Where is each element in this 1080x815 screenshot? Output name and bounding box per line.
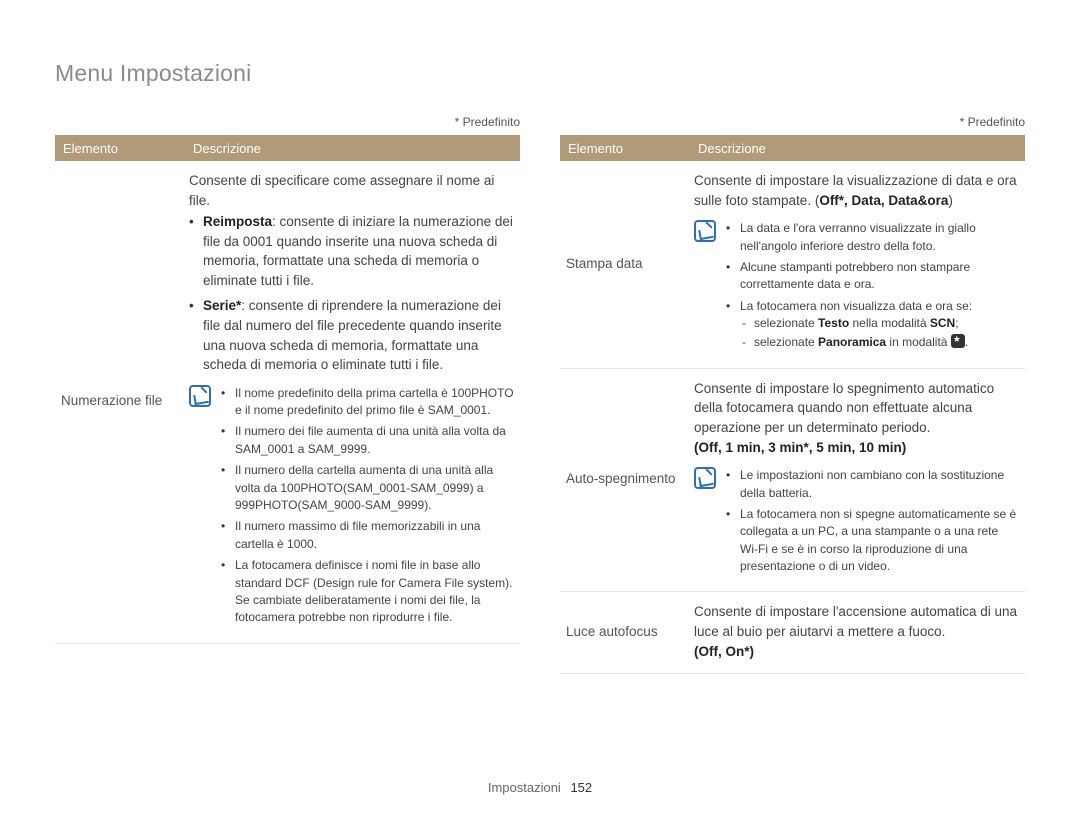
list-item: Il numero della cartella aumenta di una …	[235, 462, 514, 514]
predefinito-label-left: * Predefinito	[55, 115, 520, 129]
dash-list: selezionate Testo nella modalità SCN; se…	[740, 315, 1019, 352]
option-name: Reimposta	[203, 214, 272, 229]
footer-section: Impostazioni	[488, 780, 561, 795]
note-icon	[694, 220, 716, 242]
options-text: Off*, Data, Data&ora	[819, 193, 948, 208]
list-item: selezionate Testo nella modalità SCN;	[754, 315, 1019, 332]
options-text: (Off, 1 min, 3 min*, 5 min, 10 min)	[694, 438, 1019, 458]
table-row: Auto-spegnimento Consente di impostare l…	[560, 369, 1025, 593]
th-description: Descrizione	[187, 141, 520, 156]
note-content: La data e l'ora verranno visualizzate in…	[726, 218, 1019, 356]
page-title: Menu Impostazioni	[55, 60, 1025, 87]
note-icon	[189, 385, 211, 407]
options-text: (Off, On*)	[694, 642, 1019, 662]
note-box: La data e l'ora verranno visualizzate in…	[694, 218, 1019, 356]
list-item: Il numero dei file aumenta di una unità …	[235, 423, 514, 458]
t: selezionate	[754, 335, 818, 349]
predefinito-label-right: * Predefinito	[560, 115, 1025, 129]
mode-scn: SCN	[930, 316, 955, 330]
list-item: Reimposta: consente di iniziare la numer…	[203, 212, 514, 290]
option-list: Reimposta: consente di iniziare la numer…	[189, 212, 514, 375]
option-name: Serie*	[203, 298, 241, 313]
row-element-label: Luce autofocus	[566, 602, 694, 661]
row-description: Consente di specificare come assegnare i…	[189, 171, 514, 631]
list-item: Alcune stampanti potrebbero non stampare…	[740, 259, 1019, 294]
note-content: Il nome predefinito della prima cartella…	[221, 383, 514, 631]
note-box: Il nome predefinito della prima cartella…	[189, 383, 514, 631]
th-element: Elemento	[560, 141, 692, 156]
row-element-label: Stampa data	[566, 171, 694, 356]
list-item: La fotocamera definisce i nomi file in b…	[235, 557, 514, 627]
row-description: Consente di impostare l'accensione autom…	[694, 602, 1019, 661]
mode-text: Testo	[818, 316, 849, 330]
table-row: Stampa data Consente di impostare la vis…	[560, 161, 1025, 369]
list-item: Le impostazioni non cambiano con la sost…	[740, 467, 1019, 502]
table-header-right: Elemento Descrizione	[560, 135, 1025, 161]
note-list: Le impostazioni non cambiano con la sost…	[726, 467, 1019, 575]
t: nella modalità	[849, 316, 930, 330]
two-column-layout: * Predefinito Elemento Descrizione Numer…	[55, 115, 1025, 674]
intro-text: Consente di impostare lo spegnimento aut…	[694, 379, 1019, 438]
note-list: Il nome predefinito della prima cartella…	[221, 385, 514, 627]
option-text: : consente di riprendere la numerazione …	[203, 298, 502, 372]
note-subtext: La fotocamera non visualizza data e ora …	[740, 299, 972, 313]
list-item: La data e l'ora verranno visualizzate in…	[740, 220, 1019, 255]
intro-text: Consente di specificare come assegnare i…	[189, 171, 514, 210]
mode-star-icon	[951, 334, 965, 348]
note-content: Le impostazioni non cambiano con la sost…	[726, 465, 1019, 579]
table-row: Luce autofocus Consente di impostare l'a…	[560, 592, 1025, 674]
list-item: Il nome predefinito della prima cartella…	[235, 385, 514, 420]
note-icon	[694, 467, 716, 489]
table-header-left: Elemento Descrizione	[55, 135, 520, 161]
row-element-label: Numerazione file	[61, 171, 189, 631]
t: ;	[955, 316, 958, 330]
row-element-label: Auto-spegnimento	[566, 379, 694, 580]
left-column: * Predefinito Elemento Descrizione Numer…	[55, 115, 520, 674]
row-description: Consente di impostare la visualizzazione…	[694, 171, 1019, 356]
page-number: 152	[570, 780, 592, 795]
list-item: selezionate Panoramica in modalità .	[754, 334, 1019, 351]
manual-page: Menu Impostazioni * Predefinito Elemento…	[0, 0, 1080, 815]
page-footer: Impostazioni 152	[0, 780, 1080, 795]
list-item: Serie*: consente di riprendere la numera…	[203, 296, 514, 374]
note-box: Le impostazioni non cambiano con la sost…	[694, 465, 1019, 579]
intro-text: Consente di impostare l'accensione autom…	[694, 604, 1017, 639]
closing-paren: )	[948, 193, 953, 208]
t: in modalità	[886, 335, 951, 349]
table-row: Numerazione file Consente di specificare…	[55, 161, 520, 644]
list-item: La fotocamera non si spegne automaticame…	[740, 506, 1019, 576]
list-item: La fotocamera non visualizza data e ora …	[740, 298, 1019, 352]
t: .	[965, 335, 968, 349]
t: selezionate	[754, 316, 818, 330]
mode-panoramica: Panoramica	[818, 335, 886, 349]
right-column: * Predefinito Elemento Descrizione Stamp…	[560, 115, 1025, 674]
row-description: Consente di impostare lo spegnimento aut…	[694, 379, 1019, 580]
note-list: La data e l'ora verranno visualizzate in…	[726, 220, 1019, 352]
list-item: Il numero massimo di file memorizzabili …	[235, 518, 514, 553]
th-element: Elemento	[55, 141, 187, 156]
th-description: Descrizione	[692, 141, 1025, 156]
